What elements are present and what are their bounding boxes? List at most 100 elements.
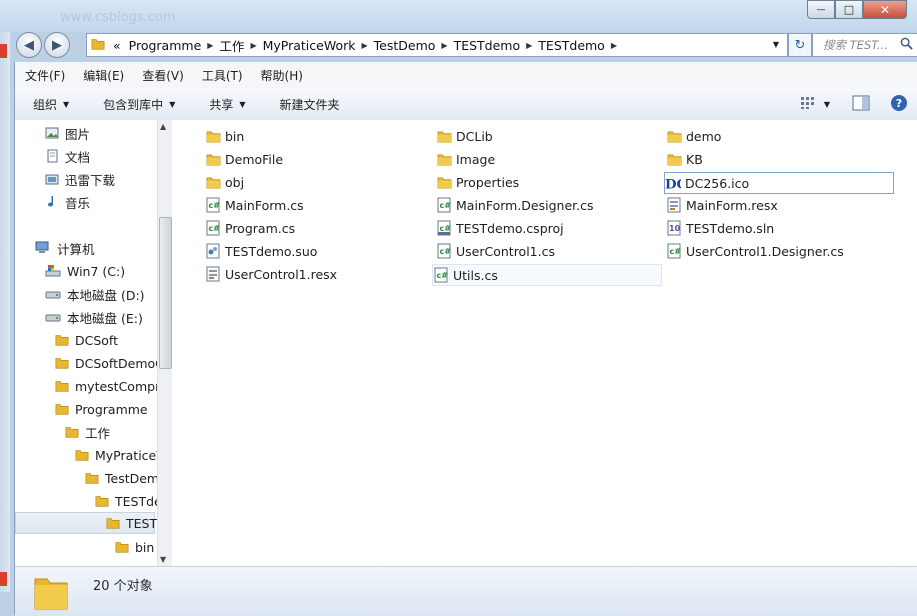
chevron-right-icon[interactable]: ▶	[248, 41, 258, 50]
file-item[interactable]: c# MainForm.Designer.cs	[436, 195, 594, 215]
maximize-button[interactable]: □	[835, 0, 863, 19]
sidebar-item-folder[interactable]: 工作	[65, 421, 110, 443]
file-item[interactable]: DCLib	[436, 126, 493, 146]
sidebar-item-drive-d[interactable]: 本地磁盘 (D:)	[45, 283, 145, 305]
close-button[interactable]: ✕	[863, 0, 907, 19]
scroll-down-icon[interactable]: ▼	[160, 555, 166, 564]
menu-edit[interactable]: 编辑(E)	[73, 67, 132, 84]
sidebar-item-folder[interactable]: TESTde	[95, 490, 162, 512]
file-item[interactable]: c# MainForm.cs	[205, 195, 304, 215]
dropdown-arrow-icon: ▼	[169, 99, 176, 109]
include-in-library-button[interactable]: 包含到库中 ▼	[85, 96, 191, 113]
breadcrumb-item[interactable]: Programme	[125, 38, 206, 53]
breadcrumb-overflow[interactable]: «	[109, 38, 125, 53]
file-item[interactable]: demo	[666, 126, 721, 146]
sidebar-item-pictures[interactable]: 图片	[45, 122, 90, 144]
share-button[interactable]: 共享 ▼	[191, 96, 261, 113]
chevron-right-icon[interactable]: ▶	[609, 41, 619, 50]
address-bar[interactable]: « Programme ▶ 工作 ▶ MyPraticeWork ▶ TestDemo…	[86, 33, 788, 57]
file-list: bin DCLib demo DemoFile Image KB obj Properties…	[172, 120, 917, 566]
csharp-file-icon: c#	[205, 197, 221, 213]
sidebar-item-folder[interactable]: DCSoft	[55, 329, 118, 351]
minimize-button[interactable]: —	[807, 0, 835, 19]
file-item[interactable]: bin	[205, 126, 244, 146]
background-left-edge	[0, 32, 10, 592]
file-name: TESTdemo.csproj	[456, 220, 564, 236]
sidebar-item-label: 文档	[65, 149, 91, 165]
menu-help[interactable]: 帮助(H)	[251, 67, 311, 84]
scroll-up-icon[interactable]: ▲	[160, 122, 166, 131]
file-item[interactable]: DemoFile	[205, 149, 283, 169]
sidebar-item-label: 迅雷下载	[65, 172, 116, 188]
documents-icon	[45, 149, 59, 163]
sidebar-item-computer[interactable]: 计算机	[35, 237, 95, 259]
file-item[interactable]: c# TESTdemo.csproj	[436, 218, 564, 238]
sidebar-item-current-folder[interactable]: TEST	[15, 512, 157, 534]
file-item[interactable]: 10 TESTdemo.sln	[666, 218, 774, 238]
file-name: KB	[686, 151, 703, 167]
folder-icon	[205, 174, 221, 190]
file-item[interactable]: Properties	[436, 172, 519, 192]
sidebar-item-label: TESTde	[115, 493, 162, 509]
csproj-file-icon: c#	[436, 220, 452, 236]
chevron-right-icon[interactable]: ▶	[205, 41, 215, 50]
file-item[interactable]: UserControl1.resx	[205, 264, 337, 284]
chevron-right-icon[interactable]: ▶	[524, 41, 534, 50]
file-item[interactable]: DC DC256.ico	[664, 172, 894, 194]
background-url: www.csblogs.com	[60, 10, 176, 25]
background-browser-strip: www.csblogs.com	[0, 0, 917, 32]
forward-button[interactable]: ▶	[44, 32, 70, 58]
file-item[interactable]: c# UserControl1.cs	[436, 241, 555, 261]
sidebar-item-drive-e[interactable]: 本地磁盘 (E:)	[45, 306, 143, 328]
back-button[interactable]: ◀	[16, 32, 42, 58]
breadcrumb-item[interactable]: MyPraticeWork	[259, 38, 360, 53]
chevron-down-icon[interactable]: ▼	[773, 40, 779, 49]
menu-file[interactable]: 文件(F)	[15, 67, 73, 84]
sidebar-item-music[interactable]: 音乐	[45, 191, 90, 213]
file-item[interactable]: c# Utils.cs	[432, 264, 662, 286]
sidebar-item-downloads[interactable]: 迅雷下载	[45, 168, 115, 190]
breadcrumb-item[interactable]: 工作	[215, 36, 248, 55]
folder-icon	[106, 516, 120, 530]
search-input[interactable]: 搜索 TEST...	[812, 33, 917, 57]
file-item[interactable]: c# UserControl1.Designer.cs	[666, 241, 844, 261]
file-name: MainForm.cs	[225, 197, 304, 213]
sidebar-item-folder[interactable]: DCSoftDemoC	[55, 352, 164, 374]
breadcrumb-item[interactable]: TestDemo	[370, 38, 440, 53]
menu-view[interactable]: 查看(V)	[132, 67, 192, 84]
back-arrow-icon: ◀	[24, 37, 34, 53]
breadcrumb-item[interactable]: TESTdemo	[534, 38, 609, 53]
new-folder-button[interactable]: 新建文件夹	[262, 96, 356, 113]
help-icon[interactable]: ?	[890, 94, 908, 115]
chevron-right-icon[interactable]: ▶	[439, 41, 449, 50]
file-item[interactable]: KB	[666, 149, 703, 169]
navigation-pane: 图片 文档 迅雷下载 音乐 计算机 Win7 (C:) 本地磁盘 (D:) 本地…	[15, 120, 172, 566]
sidebar-item-documents[interactable]: 文档	[45, 145, 90, 167]
view-options-icon[interactable]	[800, 96, 816, 113]
svg-text:c#: c#	[209, 224, 221, 233]
file-item[interactable]: obj	[205, 172, 244, 192]
menu-tools[interactable]: 工具(T)	[192, 67, 251, 84]
search-icon[interactable]	[890, 37, 913, 53]
file-name: Image	[456, 151, 496, 167]
csharp-file-icon: c#	[205, 220, 221, 236]
sidebar-item-folder[interactable]: Programme	[55, 398, 148, 420]
sidebar-item-folder[interactable]: mytestCompr	[55, 375, 160, 397]
preview-pane-icon[interactable]	[852, 95, 870, 114]
file-item[interactable]: MainForm.resx	[666, 195, 778, 215]
chevron-down-icon[interactable]: ▼	[824, 100, 830, 109]
breadcrumb-item[interactable]: TESTdemo	[450, 38, 525, 53]
sidebar-item-folder[interactable]: TestDem	[85, 467, 159, 489]
sidebar-item-folder[interactable]: bin	[115, 536, 154, 558]
organize-button[interactable]: 组织 ▼	[15, 96, 85, 113]
chevron-right-icon[interactable]: ▶	[359, 41, 369, 50]
sidebar-item-drive-c[interactable]: Win7 (C:)	[45, 260, 125, 282]
scrollbar-thumb[interactable]	[159, 217, 172, 369]
refresh-button[interactable]: ↻	[788, 33, 812, 57]
folder-icon	[55, 333, 69, 347]
file-item[interactable]: c# Program.cs	[205, 218, 295, 238]
file-item[interactable]: Image	[436, 149, 495, 169]
sidebar-scrollbar[interactable]: ▲ ▼	[157, 120, 172, 566]
sidebar-item-folder[interactable]: MyPraticeV	[75, 444, 165, 466]
file-item[interactable]: TESTdemo.suo	[205, 241, 317, 261]
